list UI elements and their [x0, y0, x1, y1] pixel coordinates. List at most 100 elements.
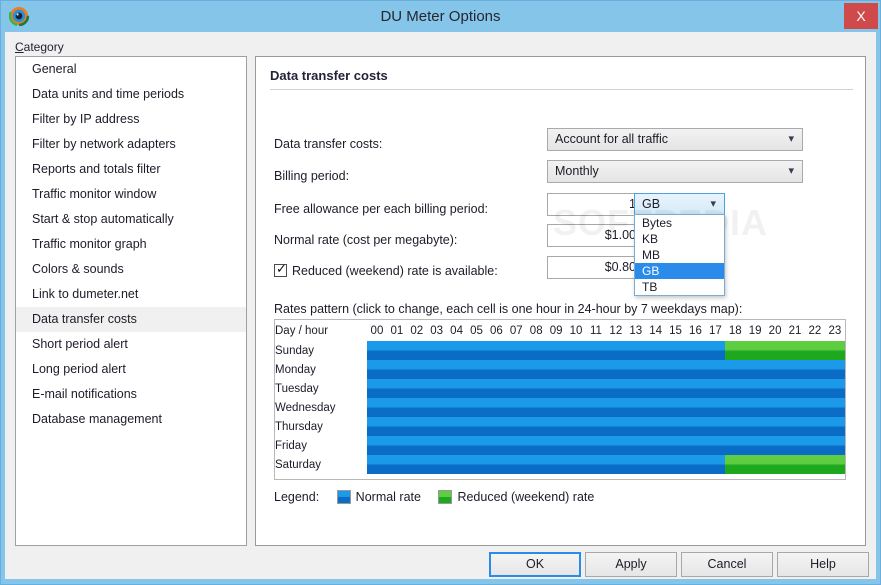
grid-cell-monday-22[interactable] — [804, 360, 825, 379]
grid-cell-thursday-02[interactable] — [406, 417, 427, 436]
grid-cell-thursday-17[interactable] — [705, 417, 726, 436]
grid-cell-friday-14[interactable] — [645, 436, 666, 455]
grid-cell-thursday-12[interactable] — [605, 417, 626, 436]
grid-cell-thursday-14[interactable] — [645, 417, 666, 436]
grid-cell-wednesday-08[interactable] — [526, 398, 547, 417]
grid-cell-monday-12[interactable] — [605, 360, 626, 379]
grid-cell-thursday-01[interactable] — [386, 417, 407, 436]
reduced-rate-input[interactable]: $0.80 — [547, 256, 643, 279]
grid-cell-wednesday-04[interactable] — [446, 398, 467, 417]
grid-cell-tuesday-00[interactable] — [367, 379, 387, 398]
grid-cell-wednesday-07[interactable] — [506, 398, 527, 417]
grid-cell-wednesday-15[interactable] — [665, 398, 686, 417]
grid-cell-friday-00[interactable] — [367, 436, 387, 455]
grid-cell-sunday-03[interactable] — [426, 341, 447, 360]
grid-cell-wednesday-22[interactable] — [804, 398, 825, 417]
grid-cell-saturday-19[interactable] — [745, 455, 766, 474]
grid-cell-thursday-03[interactable] — [426, 417, 447, 436]
grid-cell-sunday-09[interactable] — [546, 341, 567, 360]
grid-cell-friday-09[interactable] — [546, 436, 567, 455]
grid-cell-monday-15[interactable] — [665, 360, 686, 379]
grid-cell-wednesday-17[interactable] — [705, 398, 726, 417]
grid-cell-thursday-09[interactable] — [546, 417, 567, 436]
grid-cell-sunday-15[interactable] — [665, 341, 686, 360]
reduced-rate-checkbox[interactable]: ✓ — [274, 262, 287, 277]
grid-cell-wednesday-11[interactable] — [585, 398, 606, 417]
grid-cell-saturday-00[interactable] — [367, 455, 387, 474]
grid-cell-monday-21[interactable] — [785, 360, 805, 379]
sidebar-item-traffic-monitor-graph[interactable]: Traffic monitor graph — [16, 232, 246, 257]
grid-cell-monday-16[interactable] — [685, 360, 706, 379]
grid-cell-thursday-13[interactable] — [625, 417, 646, 436]
apply-button[interactable]: Apply — [585, 552, 677, 577]
grid-cell-thursday-16[interactable] — [685, 417, 706, 436]
grid-cell-monday-13[interactable] — [625, 360, 646, 379]
grid-cell-saturday-15[interactable] — [665, 455, 686, 474]
grid-cell-friday-08[interactable] — [526, 436, 547, 455]
grid-cell-monday-09[interactable] — [546, 360, 567, 379]
grid-cell-tuesday-04[interactable] — [446, 379, 467, 398]
grid-cell-wednesday-14[interactable] — [645, 398, 666, 417]
free-allowance-input[interactable]: 1 — [547, 193, 643, 216]
grid-cell-monday-10[interactable] — [566, 360, 586, 379]
grid-cell-monday-00[interactable] — [367, 360, 387, 379]
sidebar-item-general[interactable]: General — [16, 57, 246, 82]
grid-row-sunday[interactable]: Sunday — [275, 341, 845, 360]
grid-cell-tuesday-02[interactable] — [406, 379, 427, 398]
grid-cell-wednesday-19[interactable] — [745, 398, 766, 417]
dropdown-option-tb[interactable]: TB — [635, 279, 724, 295]
grid-cell-thursday-19[interactable] — [745, 417, 766, 436]
grid-cell-saturday-04[interactable] — [446, 455, 467, 474]
grid-cell-friday-10[interactable] — [566, 436, 586, 455]
grid-cell-friday-05[interactable] — [466, 436, 487, 455]
grid-cell-friday-20[interactable] — [765, 436, 786, 455]
grid-cell-tuesday-05[interactable] — [466, 379, 487, 398]
grid-cell-saturday-16[interactable] — [685, 455, 706, 474]
grid-cell-friday-07[interactable] — [506, 436, 527, 455]
grid-cell-monday-19[interactable] — [745, 360, 766, 379]
grid-cell-thursday-07[interactable] — [506, 417, 527, 436]
grid-cell-monday-23[interactable] — [824, 360, 845, 379]
grid-cell-monday-08[interactable] — [526, 360, 547, 379]
grid-cell-friday-02[interactable] — [406, 436, 427, 455]
grid-cell-tuesday-14[interactable] — [645, 379, 666, 398]
grid-cell-sunday-14[interactable] — [645, 341, 666, 360]
grid-cell-wednesday-03[interactable] — [426, 398, 447, 417]
grid-cell-friday-03[interactable] — [426, 436, 447, 455]
grid-cell-monday-03[interactable] — [426, 360, 447, 379]
grid-cell-thursday-06[interactable] — [486, 417, 507, 436]
grid-cell-wednesday-21[interactable] — [785, 398, 805, 417]
dropdown-option-kb[interactable]: KB — [635, 231, 724, 247]
grid-cell-wednesday-02[interactable] — [406, 398, 427, 417]
grid-cell-saturday-08[interactable] — [526, 455, 547, 474]
grid-cell-sunday-08[interactable] — [526, 341, 547, 360]
grid-cell-sunday-23[interactable] — [824, 341, 845, 360]
grid-row-friday[interactable]: Friday — [275, 436, 845, 455]
grid-cell-saturday-06[interactable] — [486, 455, 507, 474]
grid-row-tuesday[interactable]: Tuesday — [275, 379, 845, 398]
grid-cell-friday-16[interactable] — [685, 436, 706, 455]
grid-cell-sunday-05[interactable] — [466, 341, 487, 360]
grid-cell-thursday-08[interactable] — [526, 417, 547, 436]
sidebar-item-filter-by-network-adapters[interactable]: Filter by network adapters — [16, 132, 246, 157]
grid-cell-tuesday-15[interactable] — [665, 379, 686, 398]
grid-cell-monday-14[interactable] — [645, 360, 666, 379]
grid-cell-saturday-01[interactable] — [386, 455, 407, 474]
grid-cell-friday-19[interactable] — [745, 436, 766, 455]
grid-cell-tuesday-13[interactable] — [625, 379, 646, 398]
grid-cell-monday-17[interactable] — [705, 360, 726, 379]
grid-cell-saturday-13[interactable] — [625, 455, 646, 474]
grid-cell-friday-17[interactable] — [705, 436, 726, 455]
grid-cell-friday-01[interactable] — [386, 436, 407, 455]
grid-cell-friday-13[interactable] — [625, 436, 646, 455]
sidebar-item-e-mail-notifications[interactable]: E-mail notifications — [16, 382, 246, 407]
grid-cell-tuesday-12[interactable] — [605, 379, 626, 398]
grid-cell-monday-20[interactable] — [765, 360, 786, 379]
grid-cell-thursday-15[interactable] — [665, 417, 686, 436]
grid-cell-sunday-01[interactable] — [386, 341, 407, 360]
grid-cell-sunday-07[interactable] — [506, 341, 527, 360]
grid-cell-wednesday-06[interactable] — [486, 398, 507, 417]
grid-row-wednesday[interactable]: Wednesday — [275, 398, 845, 417]
grid-cell-tuesday-10[interactable] — [566, 379, 586, 398]
grid-cell-sunday-21[interactable] — [785, 341, 805, 360]
